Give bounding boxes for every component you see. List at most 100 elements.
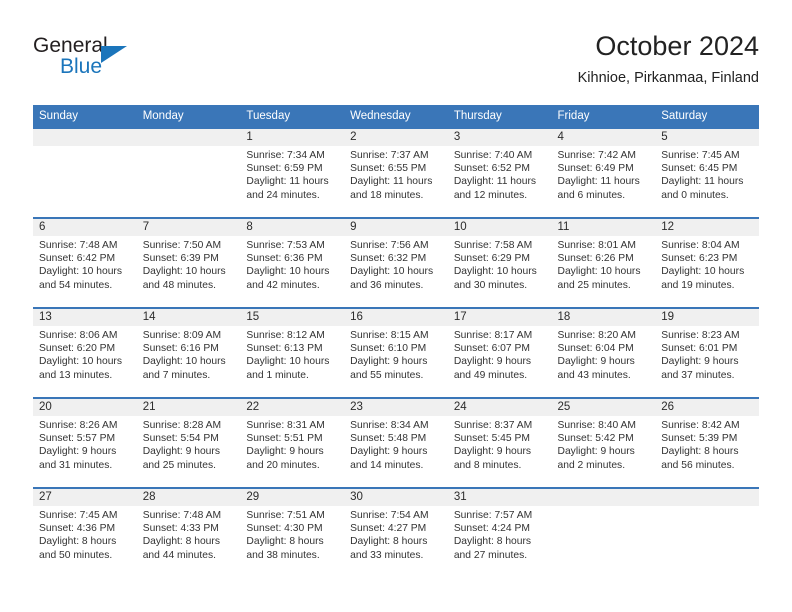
sunset-time: Sunset: 5:39 PM [661, 433, 738, 445]
sunrise-time: Sunrise: 7:54 AM [350, 510, 429, 521]
page-title: October 2024 [595, 31, 759, 61]
title-block: October 2024 Kihnioe, Pirkanmaa, Finland [578, 30, 759, 88]
daylight-duration-line2: and 31 minutes. [39, 459, 113, 471]
sunrise-time: Sunrise: 7:58 AM [453, 240, 533, 251]
calendar-day-cell[interactable]: 6 Sunrise: 7:48 AM Sunset: 6:42 PM Daylight… [33, 217, 137, 308]
day-details: Sunrise: 7:42 AM Sunset: 6:49 PM Daylight:… [552, 146, 656, 202]
day-details: Sunrise: 8:12 AM Sunset: 6:13 PM Daylight:… [240, 326, 344, 382]
day-details: Sunrise: 8:42 AM Sunset: 5:39 PM Daylight:… [655, 416, 759, 472]
sunrise-time: Sunrise: 7:57 AM [453, 510, 533, 521]
calendar-day-cell[interactable]: 25 Sunrise: 8:40 AM Sunset: 5:42 PM Dayligh… [551, 397, 656, 488]
daylight-duration-line2: and 36 minutes. [350, 279, 424, 291]
sunset-time: Sunset: 6:36 PM [246, 253, 323, 265]
calendar-day-cell-empty [655, 487, 759, 578]
calendar-day-cell[interactable]: 4 Sunrise: 7:42 AM Sunset: 6:49 PM Daylight… [551, 127, 656, 218]
weekday-header-monday: Monday [136, 105, 241, 128]
calendar-day-cell[interactable]: 19 Sunrise: 8:23 AM Sunset: 6:01 PM Dayligh… [655, 307, 759, 398]
calendar-day-cell[interactable]: 8 Sunrise: 7:53 AM Sunset: 6:36 PM Daylight… [240, 217, 345, 308]
sunset-time: Sunset: 6:04 PM [557, 343, 634, 355]
calendar-day-cell[interactable]: 26 Sunrise: 8:42 AM Sunset: 5:39 PM Dayligh… [655, 397, 759, 488]
day-number: 30 [344, 489, 448, 506]
day-details: Sunrise: 7:48 AM Sunset: 6:42 PM Daylight:… [33, 236, 137, 292]
calendar-day-cell[interactable]: 30 Sunrise: 7:54 AM Sunset: 4:27 PM Dayligh… [344, 487, 448, 578]
sunset-time: Sunset: 6:01 PM [661, 343, 738, 355]
weekday-header-friday: Friday [551, 105, 656, 128]
calendar-day-cell[interactable]: 9 Sunrise: 7:56 AM Sunset: 6:32 PM Daylight… [344, 217, 448, 308]
daylight-duration-line2: and 25 minutes. [142, 459, 216, 471]
calendar-day-cell[interactable]: 28 Sunrise: 7:48 AM Sunset: 4:33 PM Dayligh… [136, 487, 241, 578]
daylight-duration-line1: Daylight: 10 hours [39, 356, 122, 368]
sunset-time: Sunset: 5:42 PM [557, 433, 634, 445]
calendar-day-cell[interactable]: 21 Sunrise: 8:28 AM Sunset: 5:54 PM Dayligh… [136, 397, 241, 488]
daylight-duration-line1: Daylight: 9 hours [453, 446, 532, 458]
logo-triangle-icon [101, 46, 127, 63]
calendar-day-cell[interactable]: 11 Sunrise: 8:01 AM Sunset: 6:26 PM Dayligh… [551, 217, 656, 308]
sunrise-time: Sunrise: 8:04 AM [661, 240, 740, 251]
calendar-day-cell[interactable]: 23 Sunrise: 8:34 AM Sunset: 5:48 PM Dayligh… [344, 397, 448, 488]
calendar-day-cell[interactable]: 1 Sunrise: 7:34 AM Sunset: 6:59 PM Daylight… [240, 127, 345, 218]
sunrise-time: Sunrise: 7:45 AM [661, 150, 740, 161]
day-number: 16 [344, 309, 448, 326]
calendar-day-cell[interactable]: 14 Sunrise: 8:09 AM Sunset: 6:16 PM Dayligh… [136, 307, 241, 398]
calendar-day-cell[interactable]: 24 Sunrise: 8:37 AM Sunset: 5:45 PM Dayligh… [447, 397, 552, 488]
day-number: 22 [240, 399, 345, 416]
calendar-week-row: 6 Sunrise: 7:48 AM Sunset: 6:42 PM Daylight… [33, 217, 759, 308]
day-details: Sunrise: 8:37 AM Sunset: 5:45 PM Daylight:… [448, 416, 552, 472]
day-details: Sunrise: 8:20 AM Sunset: 6:04 PM Daylight:… [552, 326, 656, 382]
calendar-day-cell[interactable]: 5 Sunrise: 7:45 AM Sunset: 6:45 PM Daylight… [655, 127, 759, 218]
calendar-day-cell[interactable]: 15 Sunrise: 8:12 AM Sunset: 6:13 PM Dayligh… [240, 307, 345, 398]
day-number: 6 [33, 219, 137, 236]
calendar-day-cell[interactable]: 16 Sunrise: 8:15 AM Sunset: 6:10 PM Dayligh… [344, 307, 448, 398]
sunrise-time: Sunrise: 7:56 AM [350, 240, 429, 251]
calendar-day-cell[interactable]: 17 Sunrise: 8:17 AM Sunset: 6:07 PM Dayligh… [447, 307, 552, 398]
sunset-time: Sunset: 6:07 PM [453, 343, 530, 355]
sunrise-time: Sunrise: 7:48 AM [39, 240, 118, 251]
day-number [551, 489, 656, 506]
daylight-duration-line2: and 50 minutes. [39, 549, 113, 561]
sunrise-time: Sunrise: 7:34 AM [246, 150, 325, 161]
calendar-day-cell[interactable]: 22 Sunrise: 8:31 AM Sunset: 5:51 PM Dayligh… [240, 397, 345, 488]
daylight-duration-line1: Daylight: 10 hours [246, 356, 330, 368]
sunset-time: Sunset: 4:36 PM [39, 523, 116, 535]
sunrise-time: Sunrise: 8:01 AM [557, 240, 636, 251]
daylight-duration-line1: Daylight: 10 hours [453, 266, 537, 278]
sunset-time: Sunset: 6:45 PM [661, 163, 738, 175]
daylight-duration-line1: Daylight: 11 hours [453, 176, 537, 188]
calendar-day-cell[interactable]: 29 Sunrise: 7:51 AM Sunset: 4:30 PM Dayligh… [240, 487, 345, 578]
sunset-time: Sunset: 4:27 PM [350, 523, 427, 535]
sunrise-time: Sunrise: 7:51 AM [246, 510, 325, 521]
calendar-day-cell[interactable]: 27 Sunrise: 7:45 AM Sunset: 4:36 PM Dayligh… [33, 487, 137, 578]
calendar-day-cell[interactable]: 3 Sunrise: 7:40 AM Sunset: 6:52 PM Daylight… [447, 127, 552, 218]
day-number: 24 [447, 399, 552, 416]
day-number: 17 [447, 309, 552, 326]
sunset-time: Sunset: 5:57 PM [39, 433, 116, 445]
calendar-day-cell[interactable]: 13 Sunrise: 8:06 AM Sunset: 6:20 PM Dayligh… [33, 307, 137, 398]
calendar-week-row: 20 Sunrise: 8:26 AM Sunset: 5:57 PM Dayligh… [33, 397, 759, 488]
day-number: 27 [33, 489, 137, 506]
day-number: 28 [136, 489, 241, 506]
sunset-time: Sunset: 6:55 PM [350, 163, 427, 175]
calendar-day-cell[interactable]: 10 Sunrise: 7:58 AM Sunset: 6:29 PM Dayligh… [447, 217, 552, 308]
daylight-duration-line1: Daylight: 8 hours [142, 536, 220, 548]
sunset-time: Sunset: 6:13 PM [246, 343, 323, 355]
sunrise-time: Sunrise: 7:48 AM [142, 510, 222, 521]
weekday-header-tuesday: Tuesday [240, 105, 345, 128]
calendar-day-cell-empty [33, 127, 137, 218]
daylight-duration-line2: and 24 minutes. [246, 189, 320, 201]
calendar-day-cell[interactable]: 31 Sunrise: 7:57 AM Sunset: 4:24 PM Dayligh… [447, 487, 552, 578]
daylight-duration-line1: Daylight: 11 hours [661, 176, 744, 188]
day-number: 19 [655, 309, 759, 326]
sunrise-time: Sunrise: 8:28 AM [142, 420, 222, 431]
day-number: 2 [344, 129, 448, 146]
day-details: Sunrise: 7:51 AM Sunset: 4:30 PM Daylight:… [240, 506, 344, 562]
calendar-day-cell[interactable]: 2 Sunrise: 7:37 AM Sunset: 6:55 PM Daylight… [344, 127, 448, 218]
sunrise-time: Sunrise: 8:09 AM [142, 330, 222, 341]
calendar-day-cell[interactable]: 12 Sunrise: 8:04 AM Sunset: 6:23 PM Dayligh… [655, 217, 759, 308]
day-details: Sunrise: 7:56 AM Sunset: 6:32 PM Daylight:… [344, 236, 448, 292]
sunrise-time: Sunrise: 8:37 AM [453, 420, 533, 431]
day-number: 7 [136, 219, 241, 236]
calendar-day-cell[interactable]: 18 Sunrise: 8:20 AM Sunset: 6:04 PM Dayligh… [551, 307, 656, 398]
calendar-day-cell-empty [136, 127, 241, 218]
calendar-day-cell[interactable]: 20 Sunrise: 8:26 AM Sunset: 5:57 PM Dayligh… [33, 397, 137, 488]
calendar-day-cell[interactable]: 7 Sunrise: 7:50 AM Sunset: 6:39 PM Daylight… [136, 217, 241, 308]
